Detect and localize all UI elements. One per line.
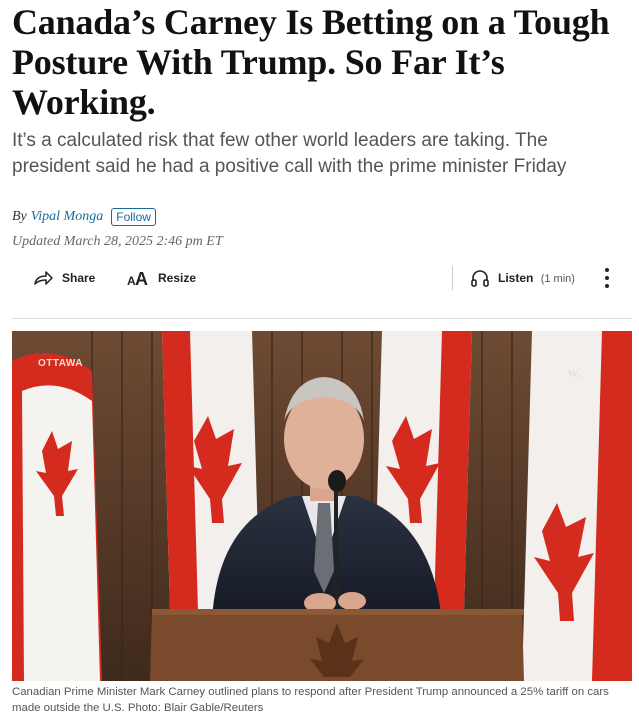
photo-caption: Canadian Prime Minister Mark Carney outl…: [12, 686, 609, 714]
svg-text:A: A: [135, 269, 148, 287]
share-button[interactable]: Share: [32, 262, 95, 294]
listen-button[interactable]: Listen (1 min): [470, 262, 575, 294]
resize-label: Resize: [158, 271, 197, 285]
headphones-icon: [470, 268, 490, 288]
text-resize-icon: A A: [126, 269, 150, 287]
broadcaster-logo: W..: [568, 369, 583, 380]
toolbar-divider: [452, 266, 453, 290]
follow-button[interactable]: Follow: [111, 208, 156, 226]
section-divider: [12, 318, 632, 319]
canada-flag-left: [12, 353, 102, 681]
author-link[interactable]: Vipal Monga: [31, 209, 103, 225]
updated-timestamp: Updated March 28, 2025 2:46 pm ET: [12, 234, 223, 249]
article-dek: It’s a calculated risk that few other wo…: [12, 130, 567, 177]
share-label: Share: [62, 271, 96, 285]
byline-prefix: By: [12, 209, 27, 224]
article-toolbar: Share A A Resize Listen (1 min): [12, 262, 632, 294]
listen-label: Listen: [498, 271, 534, 285]
canada-flag-right: [522, 331, 632, 681]
article-photo[interactable]: OTTAWA W..: [12, 331, 632, 681]
share-arrow-icon: [32, 269, 54, 287]
resize-button[interactable]: A A Resize: [126, 262, 196, 294]
article-headline: Canada’s Carney Is Betting on a Tough Po…: [12, 2, 610, 122]
more-options-button[interactable]: [600, 262, 614, 294]
photo-location-label: OTTAWA: [38, 358, 84, 369]
lectern: [150, 609, 524, 681]
byline: By Vipal Monga Follow: [12, 208, 156, 226]
listen-duration: (1 min): [540, 273, 575, 285]
more-vertical-icon: [604, 267, 610, 289]
